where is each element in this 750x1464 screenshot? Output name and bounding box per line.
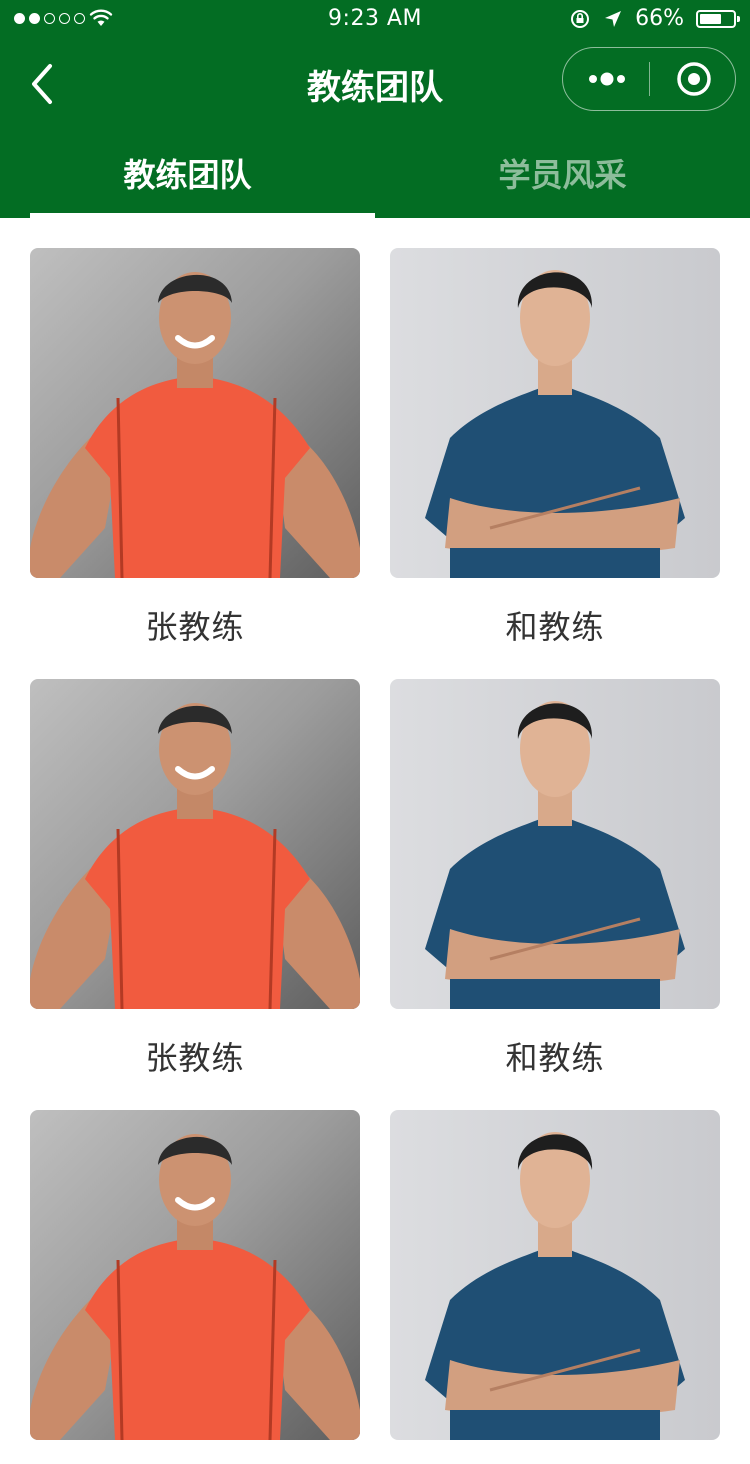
coach-name: 和教练 [505,1039,605,1077]
more-dots-icon[interactable] [587,67,627,91]
coach-photo[interactable] [390,1110,720,1440]
coach-name: 和教练 [505,608,605,646]
status-right: 66% [569,6,740,31]
tab-coach-team[interactable]: 教练团队 [0,150,375,196]
coach-photo[interactable] [30,679,360,1009]
battery-fill [700,13,721,24]
coach-card[interactable]: 和教练 [390,679,720,1079]
tab-student-showcase[interactable]: 学员风采 [375,150,750,196]
header: 9:23 AM 66% 教练团队 教练团队 学员风采 [0,0,750,218]
close-target-icon[interactable] [676,61,712,97]
status-bar: 9:23 AM 66% [0,0,750,40]
coach-photo[interactable] [30,1110,360,1440]
coach-photo[interactable] [390,679,720,1009]
coach-photo[interactable] [390,248,720,578]
coach-card[interactable] [30,1110,360,1464]
tab-indicator [30,213,375,218]
coach-card[interactable] [390,1110,720,1464]
location-arrow-icon [605,10,622,27]
coach-name: 张教练 [145,608,245,646]
coach-name: 张教练 [145,1039,245,1077]
miniprogram-capsule [562,47,736,111]
coach-card[interactable]: 张教练 [30,679,360,1079]
coach-card[interactable]: 和教练 [390,248,720,648]
coach-card[interactable]: 张教练 [30,248,360,648]
battery-icon [696,9,740,28]
orientation-lock-icon [571,9,590,28]
battery-percent: 66% [635,6,684,31]
capsule-divider [649,62,650,96]
coach-photo[interactable] [30,248,360,578]
